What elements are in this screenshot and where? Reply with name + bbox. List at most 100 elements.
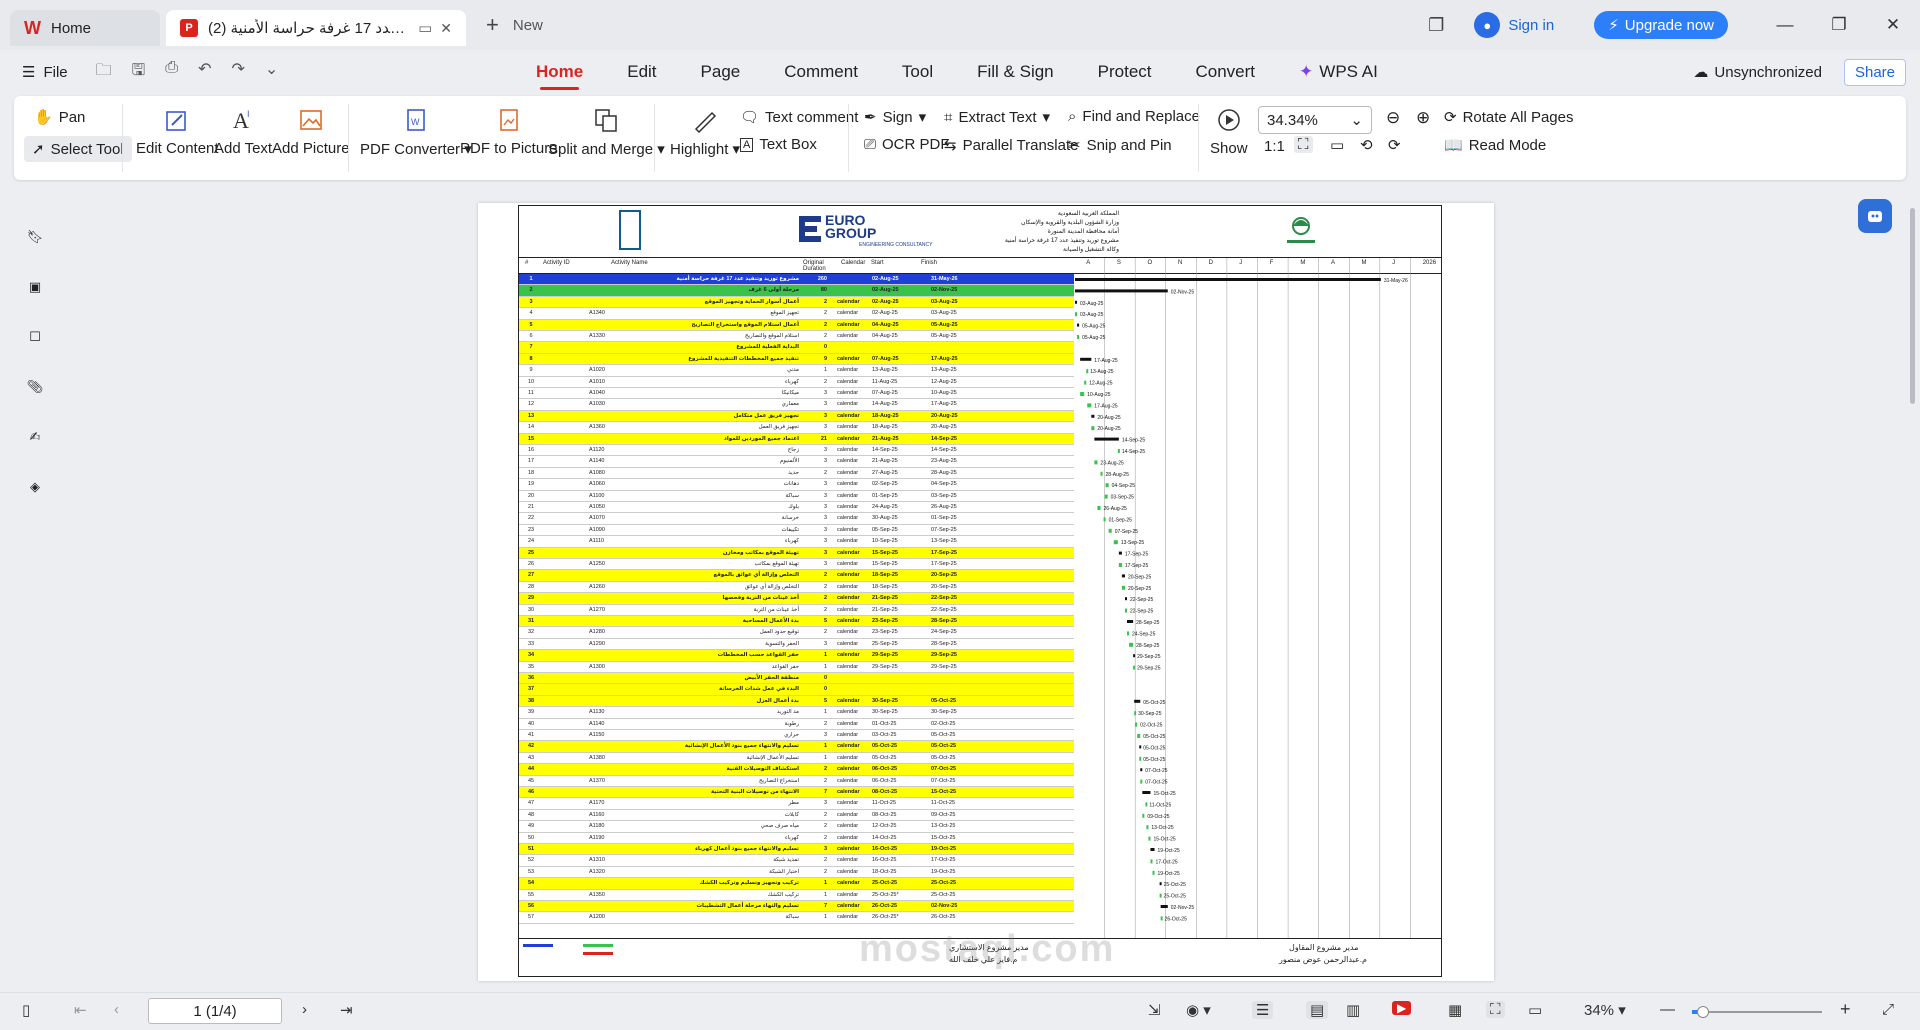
sidebar-toggle-icon[interactable]: ▯: [22, 1001, 30, 1019]
table-row: 8 تنفيذ جميع المخططات التنفيذية للمشروع 9 c…: [519, 353, 1074, 366]
tab-menu-edit[interactable]: Edit: [627, 50, 656, 94]
rotate-left-icon[interactable]: ⟲: [1360, 136, 1373, 154]
cell-start: 27-Aug-25: [872, 469, 898, 476]
read-mode-button[interactable]: 📖 Read Mode: [1444, 136, 1546, 155]
eye-icon[interactable]: ◉ ▾: [1186, 1001, 1211, 1019]
prev-page-icon[interactable]: ‹: [114, 1001, 119, 1018]
cell-activity-name: التخلص وإزالة أي عوائق: [744, 583, 799, 590]
cell-activity-name: زجاج: [787, 447, 799, 453]
last-page-icon[interactable]: ⇥: [340, 1001, 353, 1019]
document-viewport[interactable]: EURO GROUP ENGINEERING CONSULTANCY الممل…: [70, 182, 1905, 992]
find-replace-button[interactable]: ⌕ Find and Replace: [1068, 108, 1200, 125]
zoom-in-icon[interactable]: ⊕: [1416, 108, 1430, 128]
zoom-select[interactable]: 34.34% ⌄: [1258, 106, 1372, 134]
new-tab-label: New: [512, 16, 543, 34]
tab-menu-page[interactable]: Page: [701, 50, 741, 94]
fit-width-status-icon[interactable]: ▭: [1528, 1001, 1542, 1019]
layers-icon[interactable]: ◈: [22, 474, 48, 500]
ai-assistant-icon[interactable]: [1858, 199, 1892, 233]
tab-menu-protect[interactable]: Protect: [1098, 50, 1152, 94]
zoom-dropdown[interactable]: 34% ▾: [1584, 1001, 1626, 1020]
pdf-converter-button[interactable]: W PDF Converter ▾: [360, 106, 472, 158]
zoom-in-status-icon[interactable]: +: [1840, 999, 1851, 1020]
tab-menu-home[interactable]: Home: [536, 50, 583, 94]
export-icon[interactable]: ⇲: [1148, 1001, 1161, 1019]
zoom-out-status-icon[interactable]: —: [1660, 1001, 1675, 1018]
single-page-scroll-icon[interactable]: ☰: [1252, 1001, 1274, 1019]
add-picture-button[interactable]: Add Picture: [272, 106, 350, 157]
slideshow-icon[interactable]: ▶: [1392, 1001, 1412, 1015]
tab-document[interactable]: P مشروع توريد وتنفيذ عدد 17 غرفة حراسة ا…: [166, 10, 466, 46]
next-page-icon[interactable]: ›: [302, 1001, 307, 1018]
tab-menu-tool[interactable]: Tool: [902, 50, 933, 94]
zoom-slider[interactable]: [1692, 1006, 1822, 1018]
window-layout-icon[interactable]: ❐: [1428, 15, 1444, 36]
rotate-all-button[interactable]: ⟳ Rotate All Pages: [1444, 108, 1573, 127]
print-icon[interactable]: ⎙: [165, 59, 178, 86]
file-menu[interactable]: ☰ File: [22, 63, 68, 82]
close-window-button[interactable]: ✕: [1866, 15, 1920, 35]
reading-layout-icon[interactable]: ▦: [1448, 1001, 1462, 1019]
maximize-button[interactable]: ❐: [1812, 15, 1866, 35]
extract-text-button[interactable]: ⌗ Extract Text ▾: [944, 108, 1050, 127]
gantt-label: 17-Aug-25: [1094, 358, 1118, 364]
share-button[interactable]: Share: [1843, 58, 1906, 86]
cell-duration: 3: [823, 515, 827, 522]
fit-page-icon[interactable]: ⛶: [1294, 136, 1313, 153]
pdf-to-picture-button[interactable]: PDF to Picture: [460, 106, 558, 157]
tab-menu-convert[interactable]: Convert: [1196, 50, 1256, 94]
fullscreen-icon[interactable]: ⤢: [1882, 1001, 1894, 1018]
cell-finish: 13-Aug-25: [931, 367, 957, 374]
edit-content-button[interactable]: Edit Content: [136, 106, 219, 157]
upgrade-button[interactable]: ⚡ Upgrade now: [1594, 11, 1728, 39]
text-box-button[interactable]: A Text Box: [740, 136, 817, 153]
chevron-down-icon[interactable]: ⌄: [265, 59, 278, 86]
sign-in-button[interactable]: ● Sign in: [1474, 12, 1554, 38]
zoom-out-icon[interactable]: ⊖: [1386, 108, 1400, 128]
scrollbar-thumb[interactable]: [1910, 208, 1915, 404]
single-page-icon[interactable]: ▤: [1306, 1001, 1329, 1019]
highlight-button[interactable]: Highlight ▾: [670, 106, 740, 158]
fit-width-icon[interactable]: ▭: [1330, 136, 1344, 154]
open-folder-icon[interactable]: 🗀: [96, 59, 112, 86]
snip-pin-button[interactable]: ✂ Snip and Pin: [1068, 136, 1172, 155]
tab-menu-comment[interactable]: Comment: [784, 50, 858, 94]
select-tool[interactable]: ➚ Select Tool: [24, 136, 132, 162]
close-tab-icon[interactable]: ✕: [440, 20, 452, 37]
comment-panel-icon[interactable]: ☐: [22, 324, 48, 350]
divider: [848, 104, 849, 172]
vertical-scrollbar[interactable]: [1905, 182, 1920, 992]
first-page-icon[interactable]: ⇤: [74, 1001, 87, 1019]
parallel-translate-button[interactable]: ⇆ Parallel Translate: [944, 136, 1078, 155]
cell-calendar: calendar: [837, 777, 859, 784]
actual-size-icon[interactable]: 1:1: [1264, 138, 1285, 155]
pan-tool[interactable]: ✋ Pan: [34, 108, 85, 127]
cell-start: 18-Sep-25: [872, 572, 898, 579]
bookmark-icon[interactable]: 🔖︎: [22, 224, 48, 250]
undo-icon[interactable]: ↶: [198, 59, 211, 86]
sign-button[interactable]: ✒ Sign ▾: [864, 108, 926, 127]
tab-menu-fill-sign[interactable]: Fill & Sign: [977, 50, 1054, 94]
split-merge-button[interactable]: Split and Merge ▾: [548, 106, 665, 158]
fit-page-status-icon[interactable]: ⛶: [1486, 1001, 1505, 1018]
new-tab-button[interactable]: + New: [486, 12, 543, 38]
text-comment-button[interactable]: 🗨 Text comment: [740, 108, 858, 127]
tab-home[interactable]: W Home: [10, 10, 160, 46]
add-text-button[interactable]: AI Add Text: [214, 106, 272, 157]
save-icon[interactable]: 🖫: [132, 59, 146, 86]
two-page-icon[interactable]: ▥: [1346, 1001, 1360, 1019]
minimize-button[interactable]: —: [1758, 15, 1812, 35]
attachment-icon[interactable]: 📎︎: [22, 374, 48, 400]
page-number-input[interactable]: 1 (1/4): [148, 998, 282, 1024]
monitor-icon[interactable]: ▭: [418, 19, 432, 37]
show-button[interactable]: Show: [1210, 106, 1248, 157]
rotate-right-icon[interactable]: ⟳: [1388, 136, 1401, 154]
signature-icon[interactable]: ✍︎: [22, 424, 48, 450]
ocr-pdf-button[interactable]: ⎚ OCR PDF: [864, 136, 950, 153]
zoom-slider-knob[interactable]: [1697, 1006, 1710, 1018]
thumbnail-icon[interactable]: ▣: [22, 274, 48, 300]
sync-status[interactable]: ☁ Unsynchronized: [1693, 63, 1822, 82]
authority-logo-icon: [1287, 217, 1315, 243]
tab-menu-wps-ai[interactable]: ✦ WPS AI: [1299, 50, 1378, 94]
redo-icon[interactable]: ↷: [232, 59, 245, 86]
